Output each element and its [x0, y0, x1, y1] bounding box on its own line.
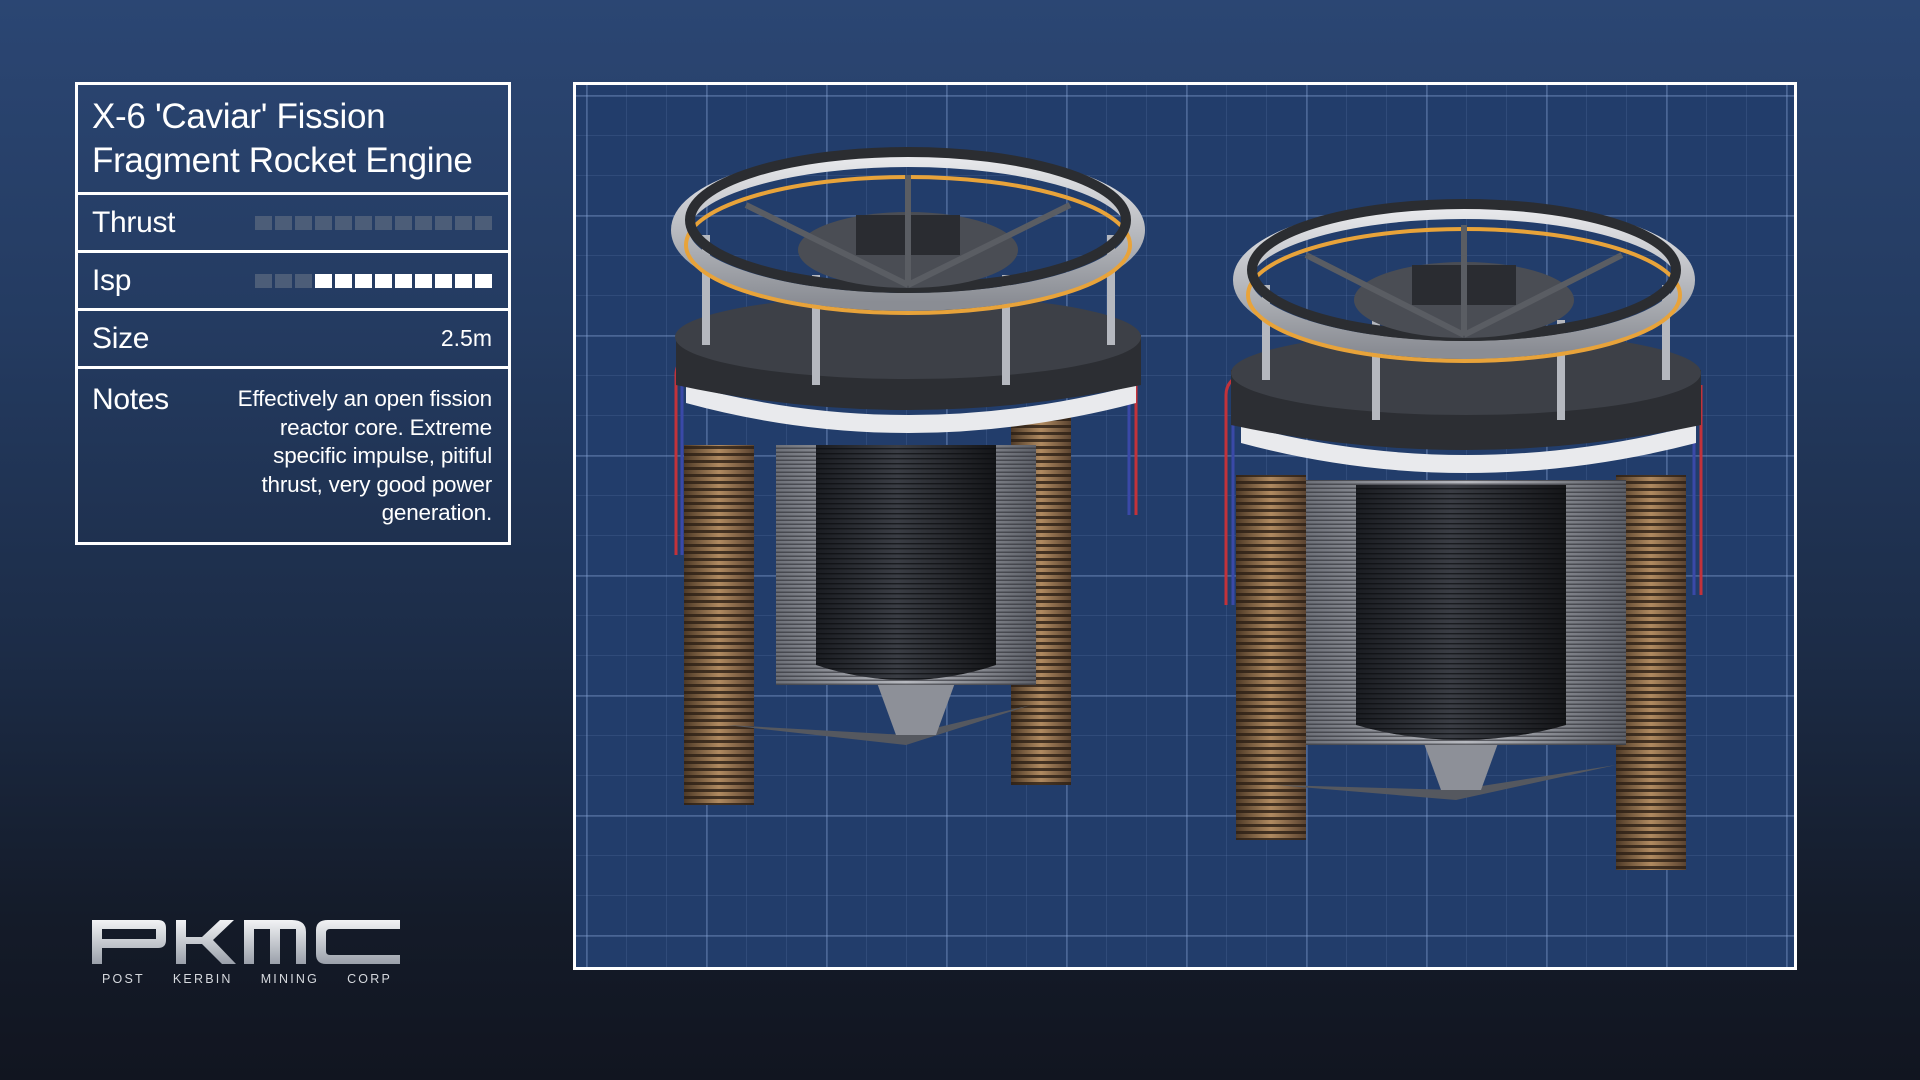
- rating-segment: [435, 215, 452, 230]
- rating-segment: [315, 273, 332, 288]
- rating-segment: [415, 273, 432, 288]
- part-title-line1: X-6 'Caviar' Fission: [92, 96, 386, 136]
- thrust-label: Thrust: [92, 205, 176, 239]
- pkmc-wordmark: [92, 920, 400, 964]
- title-row: X-6 'Caviar' Fission Fragment Rocket Eng…: [78, 85, 508, 195]
- notes-line: thrust, very good power: [261, 471, 492, 497]
- rating-segment: [475, 215, 492, 230]
- isp-rating-bar: [255, 273, 492, 288]
- notes-line: Effectively an open fission: [237, 386, 493, 411]
- engine-render-viewer: [573, 82, 1797, 970]
- rating-segment: [375, 215, 392, 230]
- tagline-word: CORP: [347, 972, 392, 986]
- tagline-word: MINING: [260, 972, 320, 986]
- thrust-row: Thrust: [78, 195, 508, 253]
- thrust-rating-bar: [255, 215, 492, 230]
- notes-line: reactor core. Extreme: [279, 414, 492, 440]
- rating-segment: [435, 273, 452, 288]
- rating-segment: [295, 273, 312, 288]
- rating-segment: [335, 273, 352, 288]
- fission-engine-render: [671, 147, 1703, 870]
- isp-label: Isp: [92, 263, 132, 297]
- rating-segment: [375, 273, 392, 288]
- notes-line: generation.: [381, 500, 493, 525]
- part-title-line2: Fragment Rocket Engine: [92, 140, 473, 180]
- rating-segment: [355, 273, 372, 288]
- size-label: Size: [92, 321, 150, 355]
- rating-segment: [455, 273, 472, 288]
- notes-label: Notes: [92, 383, 169, 416]
- size-row: Size 2.5m: [78, 311, 508, 369]
- tagline-word: POST: [102, 972, 145, 986]
- rating-segment: [475, 273, 492, 288]
- size-value: 2.5m: [440, 325, 492, 351]
- notes-row: Notes Effectively an open fission reacto…: [78, 369, 508, 542]
- rating-segment: [355, 215, 372, 230]
- rating-segment: [455, 215, 472, 230]
- part-title: X-6 'Caviar' Fission Fragment Rocket Eng…: [92, 95, 473, 183]
- rating-segment: [275, 273, 292, 288]
- rating-segment: [255, 215, 272, 230]
- rating-segment: [395, 273, 412, 288]
- rating-segment: [415, 215, 432, 230]
- rating-segment: [395, 215, 412, 230]
- rating-segment: [335, 215, 352, 230]
- notes-line: specific impulse, pitiful: [273, 443, 492, 468]
- pkmc-tagline: POST KERBIN MINING CORP: [102, 972, 392, 986]
- pkmc-logo: POST KERBIN MINING CORP: [92, 918, 402, 986]
- engine-left: [671, 147, 1145, 805]
- isp-row: Isp: [78, 253, 508, 311]
- rating-segment: [255, 273, 272, 288]
- rating-segment: [295, 215, 312, 230]
- notes-text: Effectively an open fission reactor core…: [222, 385, 493, 528]
- rating-segment: [275, 215, 292, 230]
- spec-card: X-6 'Caviar' Fission Fragment Rocket Eng…: [75, 82, 511, 545]
- rating-segment: [315, 215, 332, 230]
- engine-right: [1224, 199, 1703, 870]
- tagline-word: KERBIN: [172, 972, 233, 986]
